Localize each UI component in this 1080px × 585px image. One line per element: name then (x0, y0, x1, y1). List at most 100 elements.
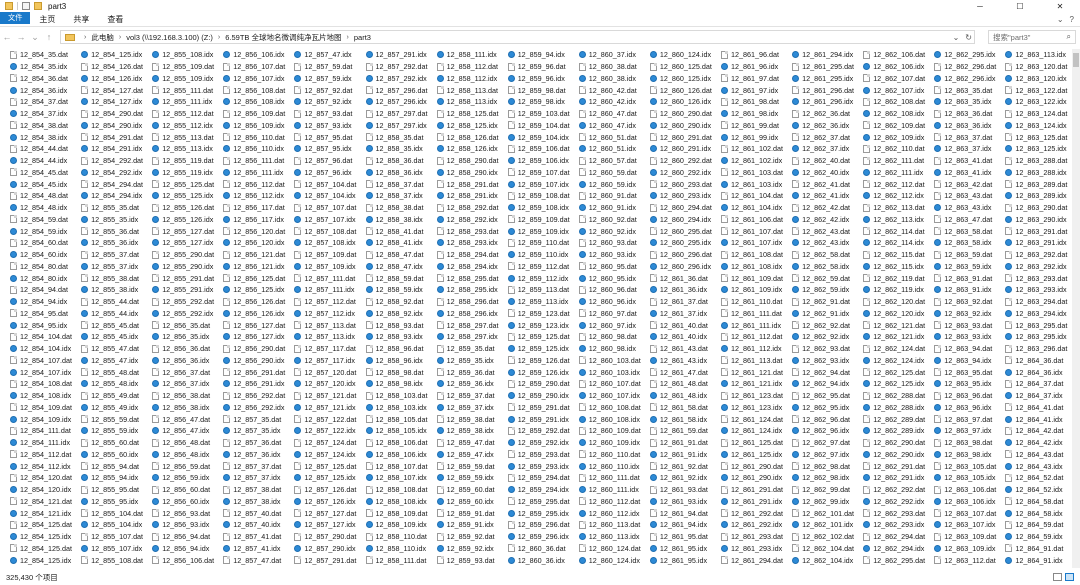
file-item[interactable]: 12_860_42.dat (578, 84, 650, 96)
file-item[interactable]: 12_855_35.dat (81, 202, 152, 214)
file-item[interactable]: 12_861_99.dat (721, 120, 792, 132)
file-item[interactable]: 12_859_109.dat (507, 214, 579, 226)
file-item[interactable]: 12_857_124.dat (294, 437, 365, 449)
file-item[interactable]: 12_859_112.idx (507, 272, 579, 284)
file-item[interactable]: 12_863_91.idx (934, 284, 1005, 296)
file-item[interactable]: 12_861_98.idx (721, 108, 792, 120)
file-item[interactable]: 12_856_110.idx (223, 143, 294, 155)
tab-file[interactable]: 文件 (0, 12, 31, 24)
file-item[interactable]: 12_856_48.dat (152, 437, 223, 449)
new-folder-icon[interactable] (34, 2, 42, 10)
file-item[interactable]: 12_855_104.idx (81, 519, 152, 531)
file-item[interactable]: 12_854_112.dat (10, 449, 81, 461)
file-item[interactable]: 12_862_94.dat (792, 366, 863, 378)
file-item[interactable]: 12_858_98.idx (365, 378, 437, 390)
file-item[interactable]: 12_858_126.idx (436, 143, 508, 155)
file-item[interactable]: 12_858_296.dat (436, 296, 508, 308)
file-item[interactable]: 12_859_91.idx (436, 519, 508, 531)
file-item[interactable]: 12_855_291.dat (152, 272, 223, 284)
file-item[interactable]: 12_863_290.dat (1005, 202, 1076, 214)
file-item[interactable]: 12_856_107.dat (223, 61, 294, 73)
file-item[interactable]: 12_862_124.idx (863, 355, 934, 367)
file-item[interactable]: 12_860_125.dat (649, 61, 721, 73)
file-item[interactable]: 12_861_111.dat (721, 308, 792, 320)
file-item[interactable]: 12_859_126.dat (507, 355, 579, 367)
file-item[interactable]: 12_861_296.idx (792, 96, 863, 108)
file-item[interactable]: 12_858_291.idx (436, 190, 508, 202)
file-item[interactable]: 12_860_111.dat (578, 472, 650, 484)
file-item[interactable]: 12_863_294.idx (1005, 308, 1076, 320)
file-item[interactable]: 12_862_293.idx (863, 519, 934, 531)
file-item[interactable]: 12_863_107.idx (934, 519, 1005, 531)
file-item[interactable]: 12_862_93.idx (792, 355, 863, 367)
file-item[interactable]: 12_861_95.dat (649, 531, 721, 543)
file-item[interactable]: 12_856_120.dat (223, 225, 294, 237)
expand-ribbon-icon[interactable]: ⌄ (1057, 15, 1064, 24)
file-item[interactable]: 12_855_111.dat (152, 84, 223, 96)
file-item[interactable]: 12_860_111.idx (578, 484, 650, 496)
file-item[interactable]: 12_859_98.dat (507, 84, 579, 96)
file-item[interactable]: 12_854_48.dat (10, 190, 81, 202)
file-item[interactable]: 12_857_108.dat (294, 225, 365, 237)
file-item[interactable]: 12_863_289.idx (1005, 190, 1076, 202)
file-item[interactable]: 12_857_93.idx (294, 120, 365, 132)
file-item[interactable]: 12_861_293.dat (721, 531, 792, 543)
file-item[interactable]: 12_861_108.dat (721, 249, 792, 261)
file-item[interactable]: 12_859_92.dat (436, 531, 508, 543)
file-item[interactable]: 12_862_119.idx (863, 284, 934, 296)
file-item[interactable]: 12_855_127.idx (152, 237, 223, 249)
tab-share[interactable]: 共享 (64, 12, 98, 26)
file-item[interactable]: 12_864_36.dat (1005, 355, 1076, 367)
file-item[interactable]: 12_864_41.dat (1005, 402, 1076, 414)
maximize-button[interactable]: ☐ (1000, 0, 1040, 12)
file-item[interactable]: 12_856_106.idx (223, 49, 294, 61)
file-item[interactable]: 12_855_60.dat (81, 437, 152, 449)
file-item[interactable]: 12_858_291.dat (436, 178, 508, 190)
breadcrumb-this-pc[interactable]: 此电脑 (91, 32, 114, 43)
file-item[interactable]: 12_854_120.dat (10, 472, 81, 484)
file-item[interactable]: 12_861_47.dat (649, 366, 721, 378)
file-item[interactable]: 12_861_121.idx (721, 378, 792, 390)
file-item[interactable]: 12_862_112.dat (863, 178, 934, 190)
file-item[interactable]: 12_857_117.idx (294, 355, 365, 367)
file-item[interactable]: 12_863_98.idx (934, 449, 1005, 461)
file-item[interactable]: 12_861_124.dat (721, 413, 792, 425)
file-item[interactable]: 12_862_42.dat (792, 202, 863, 214)
file-item[interactable]: 12_860_113.idx (578, 531, 650, 543)
file-item[interactable]: 12_860_57.dat (578, 155, 650, 167)
file-item[interactable]: 12_856_94.idx (152, 543, 223, 555)
file-item[interactable]: 12_857_92.idx (294, 96, 365, 108)
file-item[interactable]: 12_864_43.idx (1005, 460, 1076, 472)
file-item[interactable]: 12_857_35.dat (223, 413, 294, 425)
file-item[interactable]: 12_863_98.dat (934, 437, 1005, 449)
file-item[interactable]: 12_857_104.idx (294, 190, 365, 202)
file-item[interactable]: 12_857_112.dat (294, 296, 365, 308)
file-item[interactable]: 12_861_110.dat (721, 296, 792, 308)
file-item[interactable]: 12_862_289.dat (863, 413, 934, 425)
file-item[interactable]: 12_859_110.dat (507, 237, 579, 249)
file-item[interactable]: 12_859_59.idx (436, 472, 508, 484)
file-item[interactable]: 12_855_36.dat (81, 225, 152, 237)
file-item[interactable]: 12_860_296.idx (649, 261, 721, 273)
file-item[interactable]: 12_860_290.idx (649, 120, 721, 132)
file-item[interactable]: 12_864_37.dat (1005, 378, 1076, 390)
file-item[interactable]: 12_857_120.dat (294, 366, 365, 378)
file-item[interactable]: 12_858_36.idx (365, 167, 437, 179)
file-item[interactable]: 12_861_36.idx (649, 284, 721, 296)
file-item[interactable]: 12_856_121.idx (223, 261, 294, 273)
file-item[interactable]: 12_862_296.dat (934, 61, 1005, 73)
file-item[interactable]: 12_854_292.idx (81, 167, 152, 179)
file-item[interactable]: 12_860_92.idx (578, 225, 650, 237)
large-icons-view-icon[interactable] (1065, 573, 1074, 581)
file-item[interactable]: 12_856_36.dat (152, 343, 223, 355)
file-item[interactable]: 12_861_125.dat (721, 437, 792, 449)
file-item[interactable]: 12_860_92.dat (578, 214, 650, 226)
file-item[interactable]: 12_859_113.dat (507, 284, 579, 296)
file-item[interactable]: 12_857_126.dat (294, 484, 365, 496)
file-item[interactable]: 12_860_126.idx (649, 96, 721, 108)
file-item[interactable]: 12_862_59.dat (792, 272, 863, 284)
file-item[interactable]: 12_856_106.dat (152, 554, 223, 566)
file-item[interactable]: 12_856_59.dat (152, 460, 223, 472)
file-item[interactable]: 12_861_93.dat (649, 484, 721, 496)
breadcrumb-drive[interactable]: vol3 (\\192.168.3.100) (Z:) (126, 33, 213, 42)
